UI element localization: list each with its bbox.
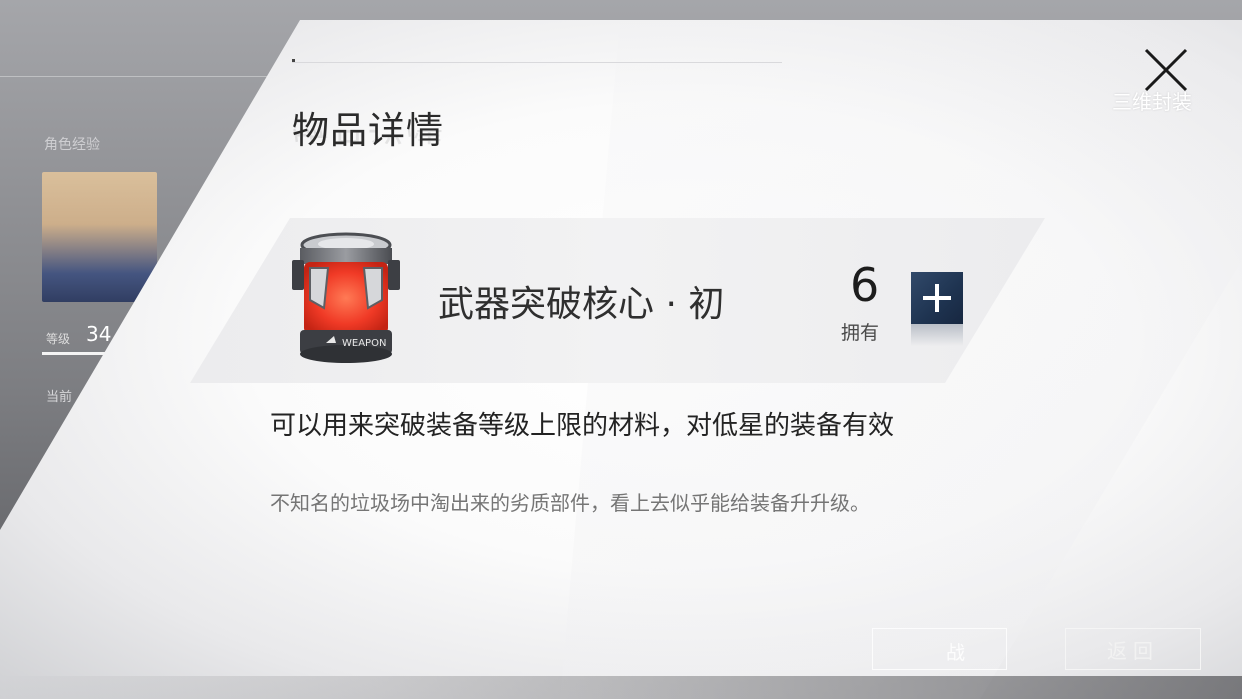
level-label: 等级	[46, 332, 71, 346]
item-name: 武器突破核心 · 初	[438, 284, 725, 325]
item-description: 可以用来突破装备等级上限的材料，对低星的装备有效	[270, 411, 895, 441]
title-dot	[292, 59, 295, 62]
owned-label: 拥有	[841, 322, 880, 344]
level-value: 34	[86, 322, 112, 346]
add-button-reflection	[911, 324, 963, 346]
plus-icon	[923, 284, 951, 312]
item-flavor-text: 不知名的垃圾场中淘出来的劣质部件，看上去似乎能给装备升升级。	[270, 491, 870, 515]
stat-label: 当前	[46, 390, 73, 405]
weapon-core-icon: WEAPON	[286, 230, 406, 370]
bg-top-rule	[0, 76, 300, 77]
character-portrait	[42, 172, 157, 302]
bottom-band	[0, 676, 1242, 699]
character-exp-label: 角色经验	[44, 137, 100, 153]
owned-count: 6	[850, 258, 880, 312]
title-rule	[292, 62, 782, 63]
svg-text:WEAPON: WEAPON	[342, 338, 386, 349]
close-hint-text: 三维封装	[1112, 90, 1192, 114]
secondary-button-label: 战	[946, 642, 966, 664]
add-item-button[interactable]	[911, 272, 963, 324]
modal-title-reflection: 物品详情	[292, 128, 444, 156]
return-button[interactable]: 返回	[1065, 628, 1201, 670]
secondary-button[interactable]	[872, 628, 1007, 670]
